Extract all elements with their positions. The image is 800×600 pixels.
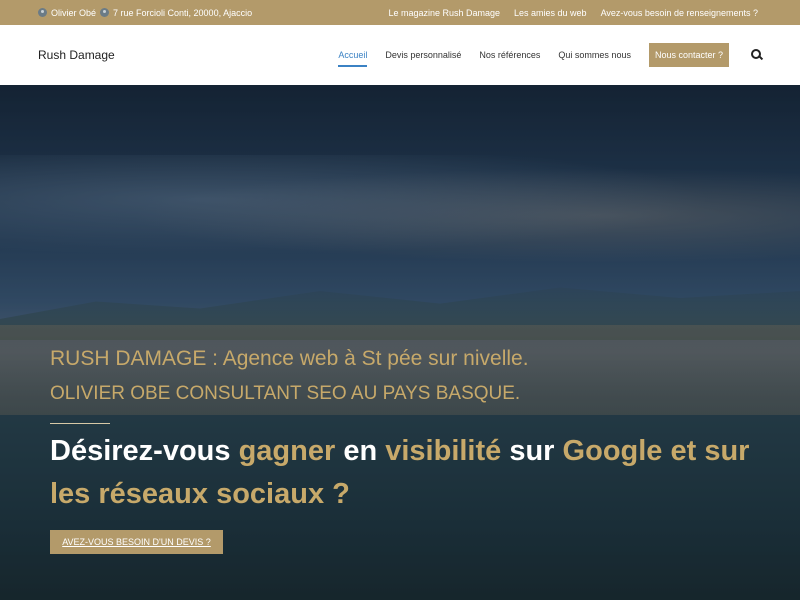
headline-part-4: visibilité <box>385 435 502 467</box>
top-link-renseignements[interactable]: Avez-vous besoin de renseignements ? <box>601 8 758 18</box>
site-header: Rush Damage Accueil Devis personnalisé N… <box>0 25 800 85</box>
top-link-magazine[interactable]: Le magazine Rush Damage <box>388 8 500 18</box>
contact-address: 7 rue Forcioli Conti, 20000, Ajaccio <box>113 7 253 18</box>
headline-part-5: sur <box>509 435 555 467</box>
nav-item-references[interactable]: Nos références <box>479 46 540 64</box>
person-icon <box>38 8 47 17</box>
top-links: Le magazine Rush Damage Les amies du web… <box>388 8 758 18</box>
hero-divider <box>50 423 110 424</box>
location-icon <box>100 8 110 17</box>
hero-subtitle-consultant: OLIVIER OBE CONSULTANT SEO AU PAYS BASQU… <box>50 383 521 404</box>
hero-headline: Désirez-vous gagner en visibilité sur Go… <box>50 430 770 516</box>
contact-name: Olivier Obé <box>51 7 97 18</box>
headline-part-3: en <box>343 435 378 467</box>
hero-subtitle-agency: RUSH DAMAGE : Agence web à St pée sur ni… <box>50 347 529 370</box>
contact-info: Olivier Obé 7 rue Forcioli Conti, 20000,… <box>38 8 252 18</box>
quote-request-button[interactable]: AVEZ-VOUS BESOIN D'UN DEVIS ? <box>50 530 223 554</box>
nav-item-qui-sommes-nous[interactable]: Qui sommes nous <box>558 46 631 64</box>
hero-overlay <box>0 85 800 600</box>
contact-button[interactable]: Nous contacter ? <box>648 43 729 67</box>
headline-part-1: Désirez-vous <box>50 435 231 467</box>
main-nav: Accueil Devis personnalisé Nos référence… <box>338 43 763 67</box>
top-link-amies[interactable]: Les amies du web <box>514 8 587 18</box>
nav-item-devis[interactable]: Devis personnalisé <box>385 46 461 64</box>
nav-item-accueil[interactable]: Accueil <box>338 46 368 67</box>
site-logo[interactable]: Rush Damage <box>38 48 115 62</box>
search-icon[interactable] <box>751 49 763 61</box>
headline-part-2: gagner <box>238 435 336 467</box>
hero-section: RUSH DAMAGE : Agence web à St pée sur ni… <box>0 85 800 600</box>
top-bar: Olivier Obé 7 rue Forcioli Conti, 20000,… <box>0 0 800 25</box>
